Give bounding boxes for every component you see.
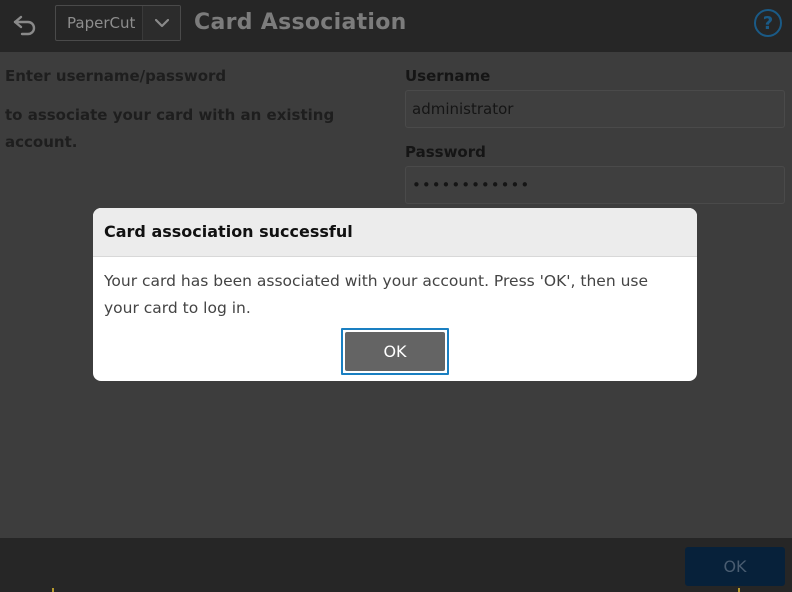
password-field[interactable]: •••••••••••• xyxy=(405,166,785,204)
dialog-ok-button[interactable]: OK xyxy=(345,332,445,371)
edge-mark-right xyxy=(738,588,740,592)
bottom-bar: OK xyxy=(0,538,792,592)
dialog-title: Card association successful xyxy=(93,208,697,257)
top-bar: PaperCut Card Association ? xyxy=(0,0,792,52)
username-field[interactable]: administrator xyxy=(405,90,785,128)
dialog-ok-focus-ring: OK xyxy=(341,328,449,375)
password-label: Password xyxy=(405,143,486,161)
app-selector-dropdown[interactable]: PaperCut xyxy=(55,5,181,41)
page-title: Card Association xyxy=(194,10,407,35)
username-label: Username xyxy=(405,67,491,85)
instruction-line-1: Enter username/password xyxy=(5,67,227,85)
dialog-message: Your card has been associated with your … xyxy=(104,272,649,317)
chevron-down-icon[interactable] xyxy=(142,6,180,40)
app-selector-label: PaperCut xyxy=(67,14,136,32)
help-symbol: ? xyxy=(762,12,774,34)
back-button[interactable] xyxy=(10,10,40,40)
back-arrow-icon xyxy=(13,15,36,36)
success-dialog: Card association successful Your card ha… xyxy=(93,208,697,381)
footer-ok-button[interactable]: OK xyxy=(685,547,785,586)
help-icon[interactable]: ? xyxy=(754,9,782,37)
instruction-line-2: to associate your card with an existing … xyxy=(5,106,335,151)
edge-mark-left xyxy=(52,588,54,592)
